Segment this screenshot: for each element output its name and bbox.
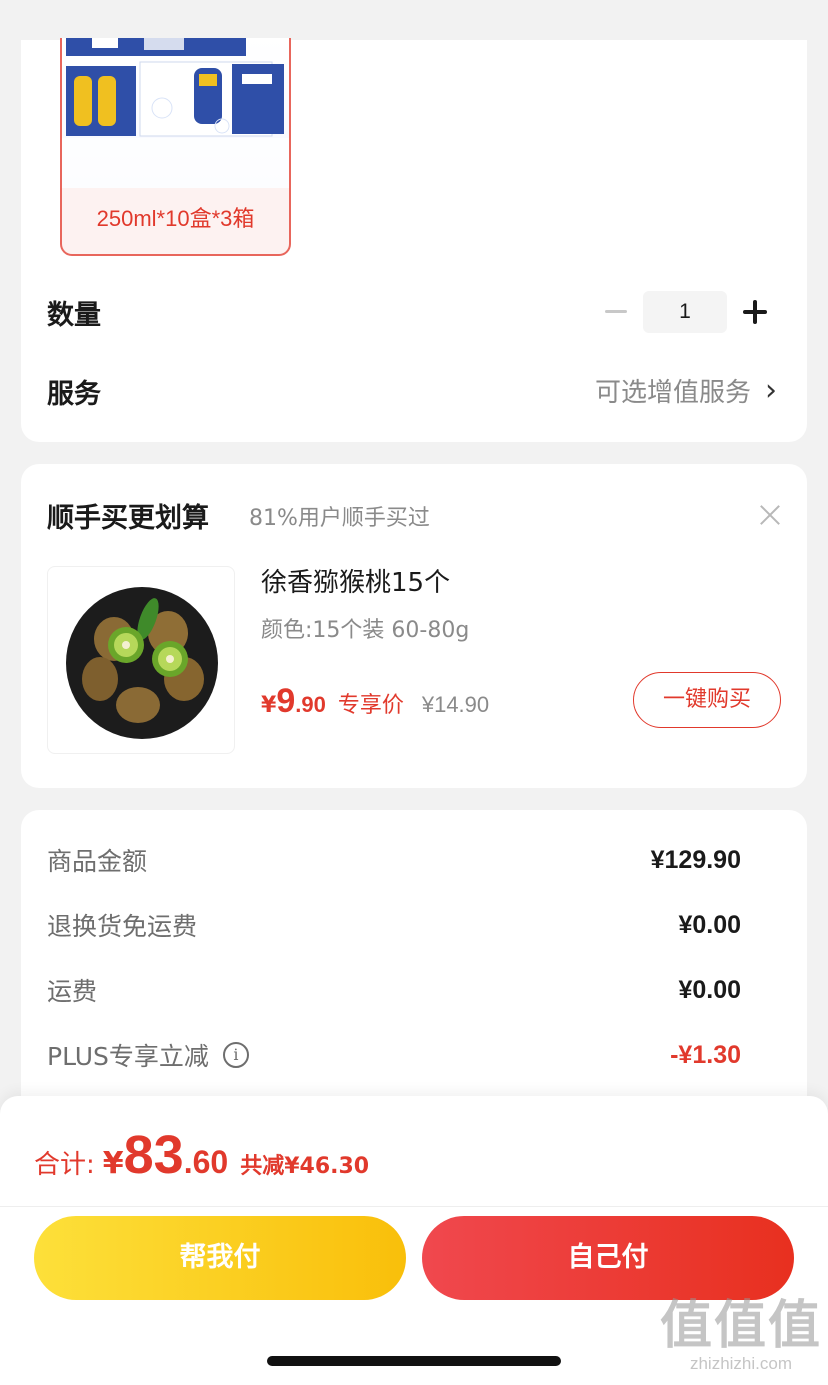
total-label: 合计:: [34, 1150, 95, 1180]
summary-row: PLUS专享立减 i -¥1.30: [47, 1037, 741, 1073]
spec-card: 250ml*10盒*3箱 数量 1 服务 可选增值服务 ›: [21, 38, 807, 442]
price-decimal: .90: [295, 692, 326, 717]
addon-product-name[interactable]: 徐香猕猴桃15个: [261, 562, 450, 599]
summary-value: ¥0.00: [678, 975, 741, 1004]
addon-product-spec: 颜色:15个装 60-80g: [261, 618, 470, 643]
service-options-link[interactable]: 可选增值服务 ›: [595, 372, 777, 409]
addon-subtitle: 81%用户顺手买过: [249, 506, 430, 531]
chevron-right-icon: ›: [765, 373, 777, 408]
watermark-logo: 值值值: [659, 1296, 822, 1356]
price-currency: ¥: [261, 693, 277, 718]
close-icon[interactable]: [757, 502, 783, 528]
service-options-text: 可选增值服务: [594, 378, 751, 408]
summary-row: 退换货免运费 ¥0.00: [47, 907, 741, 943]
total-decimal: .60: [183, 1144, 229, 1180]
minus-icon: [605, 309, 627, 313]
exclusive-price-tag: 专享价: [337, 693, 404, 718]
pay-myself-button[interactable]: 自己付: [422, 1216, 794, 1300]
watermark-url: zhizhizhi.com: [689, 1354, 793, 1373]
info-icon[interactable]: i: [222, 1042, 249, 1068]
variant-option-selected[interactable]: 250ml*10盒*3箱: [60, 38, 291, 256]
plus-discount-label: PLUS专享立减: [47, 1042, 209, 1071]
price-summary-card: 商品金额 ¥129.90 退换货免运费 ¥0.00 运费 ¥0.00 PLUS专…: [21, 810, 807, 1110]
quantity-input[interactable]: 1: [643, 291, 727, 333]
summary-value: ¥0.00: [678, 910, 741, 939]
help-me-pay-button[interactable]: 帮我付: [34, 1216, 406, 1300]
addon-product-image[interactable]: [47, 566, 235, 754]
quantity-increase-button[interactable]: [739, 296, 771, 328]
divider: [0, 1206, 828, 1207]
total-integer: 83: [123, 1125, 184, 1185]
original-price: ¥14.90: [421, 692, 490, 717]
service-label: 服务: [47, 379, 101, 410]
addon-price: ¥ 9 .90 专享价 ¥14.90: [261, 682, 489, 721]
order-total: 合计: ¥ 83 .60 共减¥46.30: [34, 1124, 369, 1186]
variant-label: 250ml*10盒*3箱: [96, 206, 255, 231]
plus-discount-value: -¥1.30: [670, 1040, 741, 1069]
summary-label-plus: PLUS专享立减 i: [47, 1037, 249, 1073]
summary-value: ¥129.90: [650, 845, 741, 874]
summary-row: 运费 ¥0.00: [47, 972, 741, 1008]
home-indicator[interactable]: [267, 1356, 561, 1366]
summary-row: 商品金额 ¥129.90: [47, 842, 741, 878]
summary-label: 运费: [47, 977, 98, 1006]
one-click-buy-button[interactable]: 一键购买: [633, 672, 781, 728]
summary-label: 退换货免运费: [47, 912, 198, 941]
variant-product-image: [62, 38, 289, 188]
watermark: 值值值 zhizhizhi.com: [660, 1298, 822, 1374]
quantity-decrease-button[interactable]: [601, 296, 631, 326]
summary-label: 商品金额: [47, 847, 148, 876]
price-integer: 9: [276, 682, 296, 720]
total-currency: ¥: [102, 1146, 124, 1181]
total-savings: 共减¥46.30: [240, 1154, 370, 1179]
addon-recommendation-card: 顺手买更划算 81%用户顺手买过 徐香猕猴桃15个 颜色:15个装 60-80g…: [21, 464, 807, 788]
addon-title: 顺手买更划算: [47, 503, 209, 534]
quantity-label: 数量: [47, 300, 101, 331]
